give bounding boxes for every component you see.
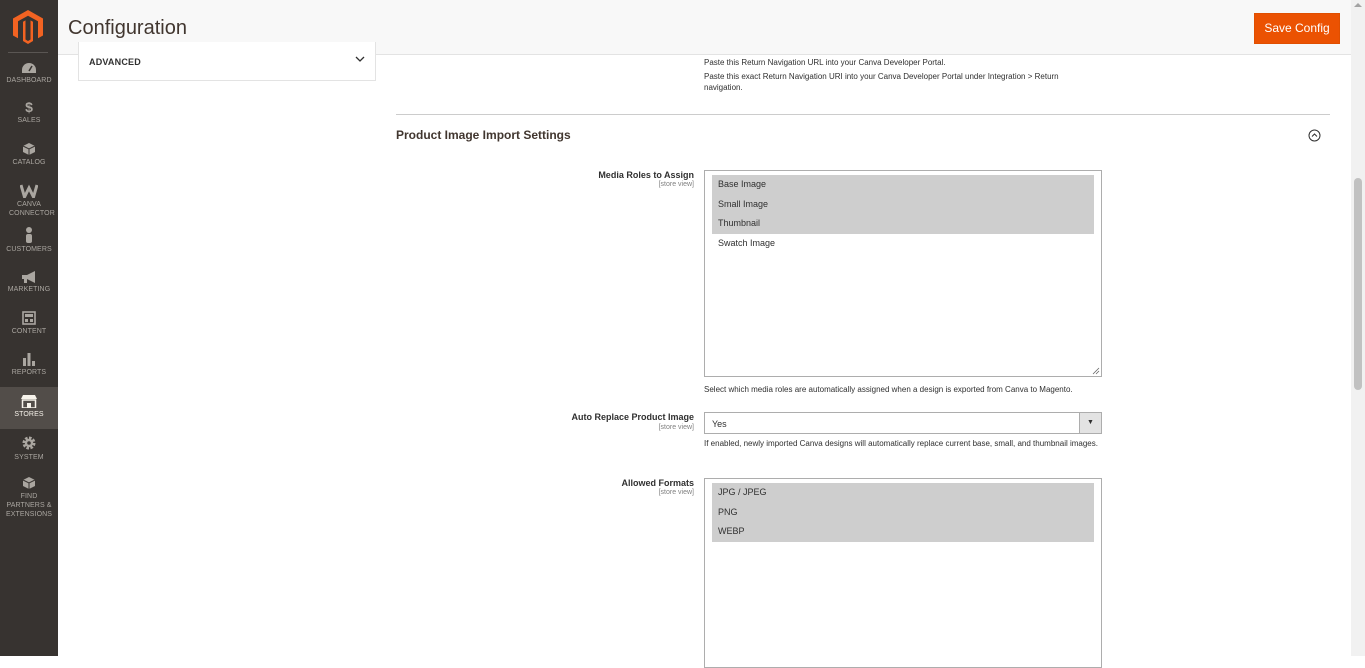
sidebar-item-catalog[interactable]: CATALOG bbox=[0, 142, 58, 167]
sidebar-item-label: CANVA CONNECTOR bbox=[9, 201, 55, 217]
auto-replace-label: Auto Replace Product Image bbox=[571, 412, 694, 422]
auto-replace-select[interactable]: Yes ▼ bbox=[704, 412, 1102, 434]
format-option[interactable]: PNG bbox=[712, 502, 1094, 523]
scroll-up-icon[interactable] bbox=[1354, 3, 1362, 7]
media-roles-multiselect[interactable]: Base Image Small Image Thumbnail Swatch … bbox=[704, 170, 1102, 377]
logo-divider bbox=[8, 52, 48, 53]
page-scrollbar[interactable] bbox=[1351, 0, 1365, 656]
sidebar-item-stores[interactable]: STORES bbox=[0, 387, 58, 429]
sidebar-item-reports[interactable]: REPORTS bbox=[0, 352, 58, 377]
section-title[interactable]: Product Image Import Settings bbox=[396, 128, 571, 142]
format-option[interactable]: JPG / JPEG bbox=[712, 483, 1094, 503]
box-icon bbox=[22, 477, 36, 489]
sidebar-item-canva-connector[interactable]: CANVA CONNECTOR bbox=[0, 184, 58, 218]
sidebar-item-label: SYSTEM bbox=[14, 454, 44, 461]
allowed-formats-label: Allowed Formats bbox=[621, 478, 694, 488]
resize-handle-icon[interactable] bbox=[1092, 367, 1100, 375]
sidebar-item-label: MARKETING bbox=[7, 286, 51, 293]
save-config-button[interactable]: Save Config bbox=[1254, 13, 1340, 44]
media-roles-note: Select which media roles are automatical… bbox=[704, 385, 1073, 394]
sidebar-item-label: CONTENT bbox=[11, 328, 47, 335]
gear-icon bbox=[22, 436, 36, 450]
allowed-formats-multiselect[interactable]: JPG / JPEG PNG WEBP bbox=[704, 478, 1102, 668]
sidebar-item-label: DASHBOARD bbox=[6, 77, 52, 84]
sidebar-item-label: FIND PARTNERS & EXTENSIONS bbox=[5, 493, 53, 518]
sidebar-item-find-partners[interactable]: FIND PARTNERS & EXTENSIONS bbox=[0, 476, 58, 519]
media-role-option[interactable]: Small Image bbox=[712, 194, 1094, 215]
section-divider bbox=[396, 114, 1330, 115]
sidebar-item-label: STORES bbox=[14, 411, 44, 418]
megaphone-icon bbox=[22, 271, 35, 283]
allowed-formats-scope: [store view] bbox=[658, 489, 694, 496]
auto-replace-scope: [store view] bbox=[658, 424, 694, 431]
sidebar-item-label: CUSTOMERS bbox=[6, 246, 52, 253]
sidebar-item-content[interactable]: CONTENT bbox=[0, 311, 58, 336]
auto-replace-value: Yes bbox=[712, 419, 727, 429]
config-tab-label: ADVANCED bbox=[89, 57, 141, 67]
chevron-down-icon bbox=[355, 56, 365, 62]
sidebar-item-label: SALES bbox=[17, 117, 41, 124]
media-roles-label: Media Roles to Assign bbox=[598, 170, 694, 180]
sidebar-item-system[interactable]: SYSTEM bbox=[0, 435, 58, 462]
media-role-option[interactable]: Swatch Image bbox=[712, 234, 1094, 254]
config-tab-advanced[interactable]: ADVANCED bbox=[78, 42, 376, 81]
sidebar-item-label: CATALOG bbox=[12, 159, 46, 166]
sidebar-item-marketing[interactable]: MARKETING bbox=[0, 271, 58, 294]
sidebar-item-dashboard[interactable]: DASHBOARD bbox=[0, 62, 58, 85]
store-icon bbox=[21, 395, 37, 408]
auto-replace-note: If enabled, newly imported Canva designs… bbox=[704, 439, 1098, 448]
sidebar-item-sales[interactable]: $ SALES bbox=[0, 100, 58, 125]
return-nav-uri-note: Paste this exact Return Navigation URI i… bbox=[704, 72, 1059, 92]
layout-icon bbox=[22, 311, 36, 325]
format-option[interactable]: WEBP bbox=[712, 522, 1094, 543]
cube-icon bbox=[22, 143, 36, 155]
collapse-up-icon[interactable] bbox=[1308, 129, 1321, 142]
media-role-option[interactable]: Base Image bbox=[712, 175, 1094, 195]
page-title: Configuration bbox=[68, 17, 187, 39]
person-icon bbox=[26, 227, 32, 243]
dollar-icon: $ bbox=[25, 100, 33, 114]
dashboard-icon bbox=[22, 63, 36, 73]
media-roles-scope: [store view] bbox=[658, 181, 694, 188]
sidebar-item-label: REPORTS bbox=[11, 369, 47, 376]
svg-text:$: $ bbox=[25, 100, 33, 114]
canva-w-icon bbox=[20, 184, 38, 198]
dropdown-arrow-icon: ▼ bbox=[1079, 413, 1101, 433]
return-nav-note: Paste this Return Navigation URL into yo… bbox=[704, 58, 946, 67]
admin-sidebar: DASHBOARD $ SALES CATALOG CANVA CONNECTO… bbox=[0, 0, 58, 656]
magento-logo-icon[interactable] bbox=[13, 10, 43, 44]
bar-chart-icon bbox=[23, 353, 35, 366]
sidebar-item-customers[interactable]: CUSTOMERS bbox=[0, 227, 58, 254]
media-role-option[interactable]: Thumbnail bbox=[712, 214, 1094, 235]
scrollbar-thumb[interactable] bbox=[1354, 178, 1362, 390]
